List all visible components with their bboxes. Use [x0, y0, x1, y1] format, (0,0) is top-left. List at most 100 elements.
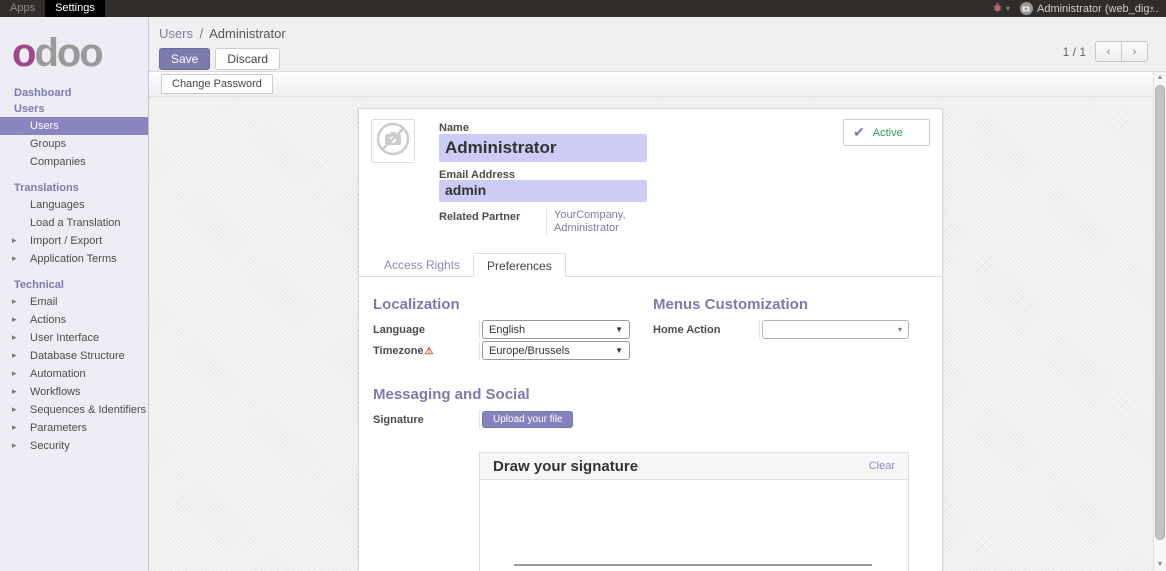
scroll-up-arrow-icon[interactable]: ▲ [1154, 72, 1166, 84]
related-partner-link[interactable]: YourCompany, Administrator [546, 209, 662, 235]
expand-arrow-icon: ▸ [12, 386, 17, 397]
sidebar-item-import-export[interactable]: ▸Import / Export [0, 232, 148, 250]
expand-arrow-icon: ▸ [12, 296, 17, 307]
timezone-row: Timezone⚠ Europe/Brussels ▼ [373, 341, 653, 360]
home-action-row: Home Action ▾ [653, 320, 928, 339]
sidebar-item-automation[interactable]: ▸Automation [0, 365, 148, 383]
sidebar-item-users[interactable]: Users [0, 117, 148, 135]
vertical-scrollbar[interactable]: ▲ ▼ [1153, 72, 1166, 571]
select-caret-icon: ▼ [615, 325, 623, 334]
messaging-heading: Messaging and Social [373, 386, 928, 403]
sidebar-item-actions[interactable]: ▸Actions [0, 311, 148, 329]
user-menu-label: Administrator (web_dig... [1037, 3, 1147, 15]
settings-sidebar: odoo Dashboard Users Users Groups Compan… [0, 17, 149, 571]
tab-access-rights[interactable]: Access Rights [371, 253, 473, 276]
signature-canvas[interactable] [480, 480, 908, 571]
signature-panel-title: Draw your signature [493, 458, 638, 475]
sidebar-item-parameters[interactable]: ▸Parameters [0, 419, 148, 437]
signature-panel-header: Draw your signature Clear [480, 453, 908, 480]
sidebar-item-companies[interactable]: Companies [0, 153, 148, 171]
sidebar-item-sequences-identifiers[interactable]: ▸Sequences & Identifiers [0, 401, 148, 419]
menus-customization-heading: Menus Customization [653, 296, 928, 313]
active-checkbox[interactable]: ✔ Active [843, 119, 930, 146]
pager: 1 / 1 ‹ › [1063, 41, 1148, 62]
expand-arrow-icon: ▸ [12, 422, 17, 433]
scroll-down-arrow-icon[interactable]: ▼ [1154, 559, 1166, 571]
top-menubar: Apps Settings ▾ Administrator (web_dig..… [0, 0, 1166, 17]
caret-down-icon: ▾ [898, 325, 902, 334]
breadcrumb-separator: / [200, 26, 204, 41]
sidebar-item-database-structure[interactable]: ▸Database Structure [0, 347, 148, 365]
topbar-right: ▾ Administrator (web_dig... ▾ [992, 0, 1166, 17]
pager-next-button[interactable]: › [1121, 41, 1148, 62]
name-label: Name [439, 122, 469, 134]
main-menus: Apps Settings [0, 0, 105, 17]
language-row: Language English ▼ [373, 320, 653, 339]
debug-menu[interactable]: ▾ [992, 2, 1014, 16]
sidebar-heading-technical[interactable]: Technical [0, 277, 148, 293]
language-select[interactable]: English ▼ [482, 320, 630, 339]
tab-preferences[interactable]: Preferences [473, 253, 566, 277]
save-button[interactable]: Save [159, 48, 210, 70]
odoo-window: Apps Settings ▾ Administrator (web_dig..… [0, 0, 1166, 571]
breadcrumb-current: Administrator [209, 26, 286, 41]
sidebar-item-groups[interactable]: Groups [0, 135, 148, 153]
content-area: Users / Administrator Save Discard 1 / 1… [149, 17, 1166, 571]
bug-icon [992, 2, 1003, 16]
expand-arrow-icon: ▸ [12, 440, 17, 451]
pager-previous-button[interactable]: ‹ [1095, 41, 1122, 62]
breadcrumb-users-link[interactable]: Users [159, 26, 193, 41]
messaging-group: Messaging and Social Signature Upload yo… [373, 386, 928, 429]
preferences-tab-content: Localization Language English ▼ [359, 277, 942, 571]
warning-icon: ⚠ [425, 346, 434, 357]
signature-panel: Draw your signature Clear [479, 452, 909, 571]
avatar [1020, 2, 1033, 15]
sidebar-item-languages[interactable]: Languages [0, 196, 148, 214]
caret-down-icon: ▾ [1006, 4, 1010, 13]
timezone-select[interactable]: Europe/Brussels ▼ [482, 341, 630, 360]
user-menu[interactable]: Administrator (web_dig... ▾ [1020, 2, 1158, 15]
timezone-label: Timezone⚠ [373, 345, 479, 357]
upload-file-button[interactable]: Upload your file [482, 411, 573, 428]
home-action-select[interactable]: ▾ [762, 320, 909, 339]
menu-apps[interactable]: Apps [0, 0, 45, 17]
signature-clear-link[interactable]: Clear [869, 460, 895, 472]
sidebar-item-workflows[interactable]: ▸Workflows [0, 383, 148, 401]
sidebar-item-email[interactable]: ▸Email [0, 293, 148, 311]
sidebar-nav: Dashboard Users Users Groups Companies T… [0, 85, 148, 455]
user-photo-placeholder[interactable] [371, 119, 415, 163]
main-area: odoo Dashboard Users Users Groups Compan… [0, 17, 1166, 571]
expand-arrow-icon: ▸ [12, 332, 17, 343]
scrollbar-thumb[interactable] [1155, 85, 1165, 540]
menus-customization-group: Menus Customization Home Action ▾ [653, 277, 928, 362]
discard-button[interactable]: Discard [215, 48, 280, 70]
signature-label: Signature [373, 414, 479, 426]
name-input[interactable]: Administrator [439, 134, 647, 162]
no-photo-icon [373, 119, 413, 164]
caret-down-icon: ▾ [1150, 4, 1154, 13]
localization-heading: Localization [373, 296, 653, 313]
odoo-logo[interactable]: odoo [0, 17, 148, 85]
sidebar-item-application-terms[interactable]: ▸Application Terms [0, 250, 148, 268]
signature-row: Signature Upload your file [373, 410, 928, 429]
email-input[interactable]: admin [439, 180, 647, 202]
sidebar-heading-translations[interactable]: Translations [0, 180, 148, 196]
menu-settings[interactable]: Settings [45, 0, 105, 17]
expand-arrow-icon: ▸ [12, 350, 17, 361]
sidebar-heading-users[interactable]: Users [0, 101, 148, 117]
sidebar-item-security[interactable]: ▸Security [0, 437, 148, 455]
form-viewport: Name Administrator Email Address admin R… [149, 97, 1166, 571]
select-caret-icon: ▼ [615, 346, 623, 355]
sidebar-item-load-a-translation[interactable]: Load a Translation [0, 214, 148, 232]
active-label: Active [873, 127, 903, 139]
expand-arrow-icon: ▸ [12, 314, 17, 325]
home-action-label: Home Action [653, 324, 759, 336]
user-form-sheet: Name Administrator Email Address admin R… [358, 108, 943, 571]
sidebar-heading-dashboard[interactable]: Dashboard [0, 85, 148, 101]
related-partner-label: Related Partner [439, 211, 545, 223]
sidebar-item-user-interface[interactable]: ▸User Interface [0, 329, 148, 347]
expand-arrow-icon: ▸ [12, 253, 17, 264]
change-password-button[interactable]: Change Password [161, 74, 273, 94]
form-tabs: Access Rights Preferences [359, 253, 942, 277]
control-panel-buttons: Save Discard [159, 48, 1166, 70]
